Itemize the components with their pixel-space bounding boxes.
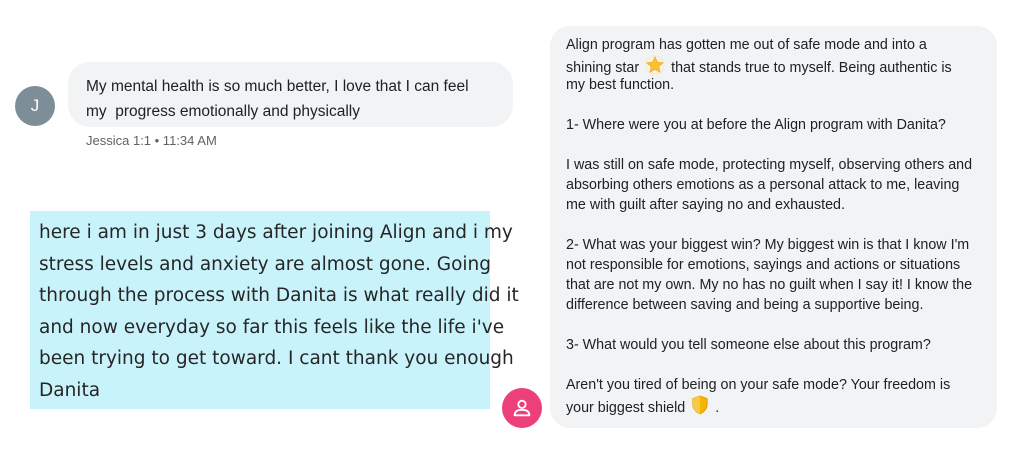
message-line-with-emoji: shining star that stands true to myself. …	[566, 55, 981, 76]
answer-3-line-with-emoji: your biggest shield.	[566, 395, 981, 416]
note-line: stress levels and anxiety are almost gon…	[39, 253, 492, 275]
avatar-initial: J	[30, 96, 40, 115]
message-line: my best function.	[566, 77, 675, 93]
message-bubble-jessica: My mental health is so much better, I lo…	[68, 62, 513, 127]
person-icon	[513, 399, 531, 417]
answer-3-line: Aren't you tired of being on your safe m…	[566, 377, 951, 393]
testimonial-note: here i am in just 3 days after joining A…	[30, 211, 519, 409]
question-1: 1- Where were you at before the Align pr…	[566, 117, 946, 133]
note-line: been trying to get toward. I cant thank …	[39, 348, 514, 369]
text-segment: .	[715, 399, 720, 416]
note-line: here i am in just 3 days after joining A…	[39, 222, 513, 243]
question-2-line: that are not my own. My no has no guilt …	[566, 277, 973, 293]
answer-1-line: me with guilt after saying no and exhaus…	[566, 197, 845, 213]
text-segment: your biggest shield	[566, 399, 686, 416]
message-bubble-align: Align program has gotten me out of safe …	[550, 26, 997, 428]
shield-icon	[691, 395, 709, 421]
message-line: my progress emotionally and physically	[86, 103, 360, 120]
message-line: Align program has gotten me out of safe …	[566, 37, 927, 53]
question-2-line: not responsible for emotions, sayings an…	[566, 257, 961, 273]
avatar-jessica: J	[15, 86, 55, 126]
message-meta: Jessica 1:1 • 11:34 AM	[86, 133, 217, 148]
note-line: and now everyday so far this feels like …	[39, 316, 505, 338]
answer-1-line: I was still on safe mode, protecting mys…	[566, 157, 973, 173]
avatar-person	[502, 388, 542, 428]
text-segment: shining star	[566, 59, 640, 76]
message-line: My mental health is so much better, I lo…	[86, 78, 469, 95]
question-3: 3- What would you tell someone else abou…	[566, 337, 931, 353]
note-line: through the process with Danita is what …	[39, 285, 519, 306]
text-segment: that stands true to myself. Being authen…	[671, 59, 952, 76]
question-2-line: 2- What was your biggest win? My biggest…	[566, 237, 970, 253]
question-2-line: difference between saving and being a su…	[566, 297, 924, 313]
note-line: Danita	[39, 379, 101, 401]
answer-1-line: absorbing others emotions as a personal …	[566, 177, 960, 193]
